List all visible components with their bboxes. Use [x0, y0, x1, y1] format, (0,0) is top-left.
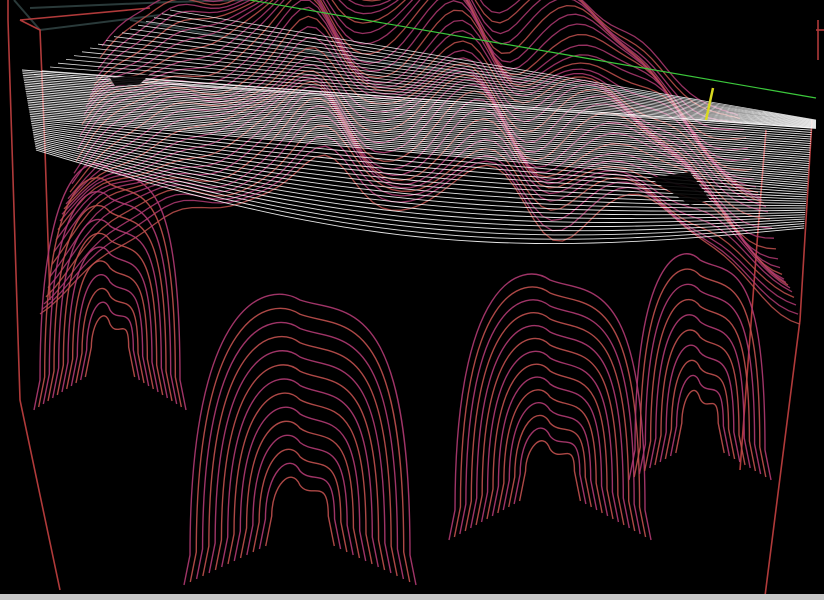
- contour-lobe: [675, 389, 725, 454]
- contour-lobe: [475, 337, 625, 526]
- contour-lobe: [265, 476, 335, 547]
- contour-lobe: [84, 315, 136, 378]
- contour-lobe: [79, 301, 141, 381]
- contour-lobe: [664, 359, 736, 460]
- contour-lobe: [189, 307, 411, 583]
- contour-lobe: [75, 287, 145, 384]
- plane-line: [145, 21, 817, 122]
- 3d-viewport[interactable]: [0, 0, 824, 600]
- contour-lobe: [33, 163, 187, 411]
- contour-lobe: [208, 350, 392, 574]
- contour-lobe: [669, 374, 731, 457]
- contour-lobe: [518, 440, 582, 502]
- contour-lobe: [246, 434, 354, 556]
- contour-lobe: [643, 298, 757, 472]
- contour-lobe: [448, 273, 652, 541]
- contour-lobe: [56, 232, 164, 396]
- box-edge-left-inner: [19, 19, 51, 301]
- contour-lobe: [221, 378, 379, 568]
- contour-lobe: [491, 376, 609, 517]
- contour-lobe: [214, 364, 386, 571]
- status-bar: [0, 594, 824, 600]
- contour-lobe: [497, 389, 603, 514]
- contour-lobe: [470, 324, 630, 529]
- contour-lobe: [513, 427, 587, 505]
- 3d-scene-canvas[interactable]: [0, 0, 824, 600]
- bounding-box: [7, 0, 824, 597]
- contour-lobe: [502, 401, 598, 511]
- contour-lobe: [183, 293, 417, 586]
